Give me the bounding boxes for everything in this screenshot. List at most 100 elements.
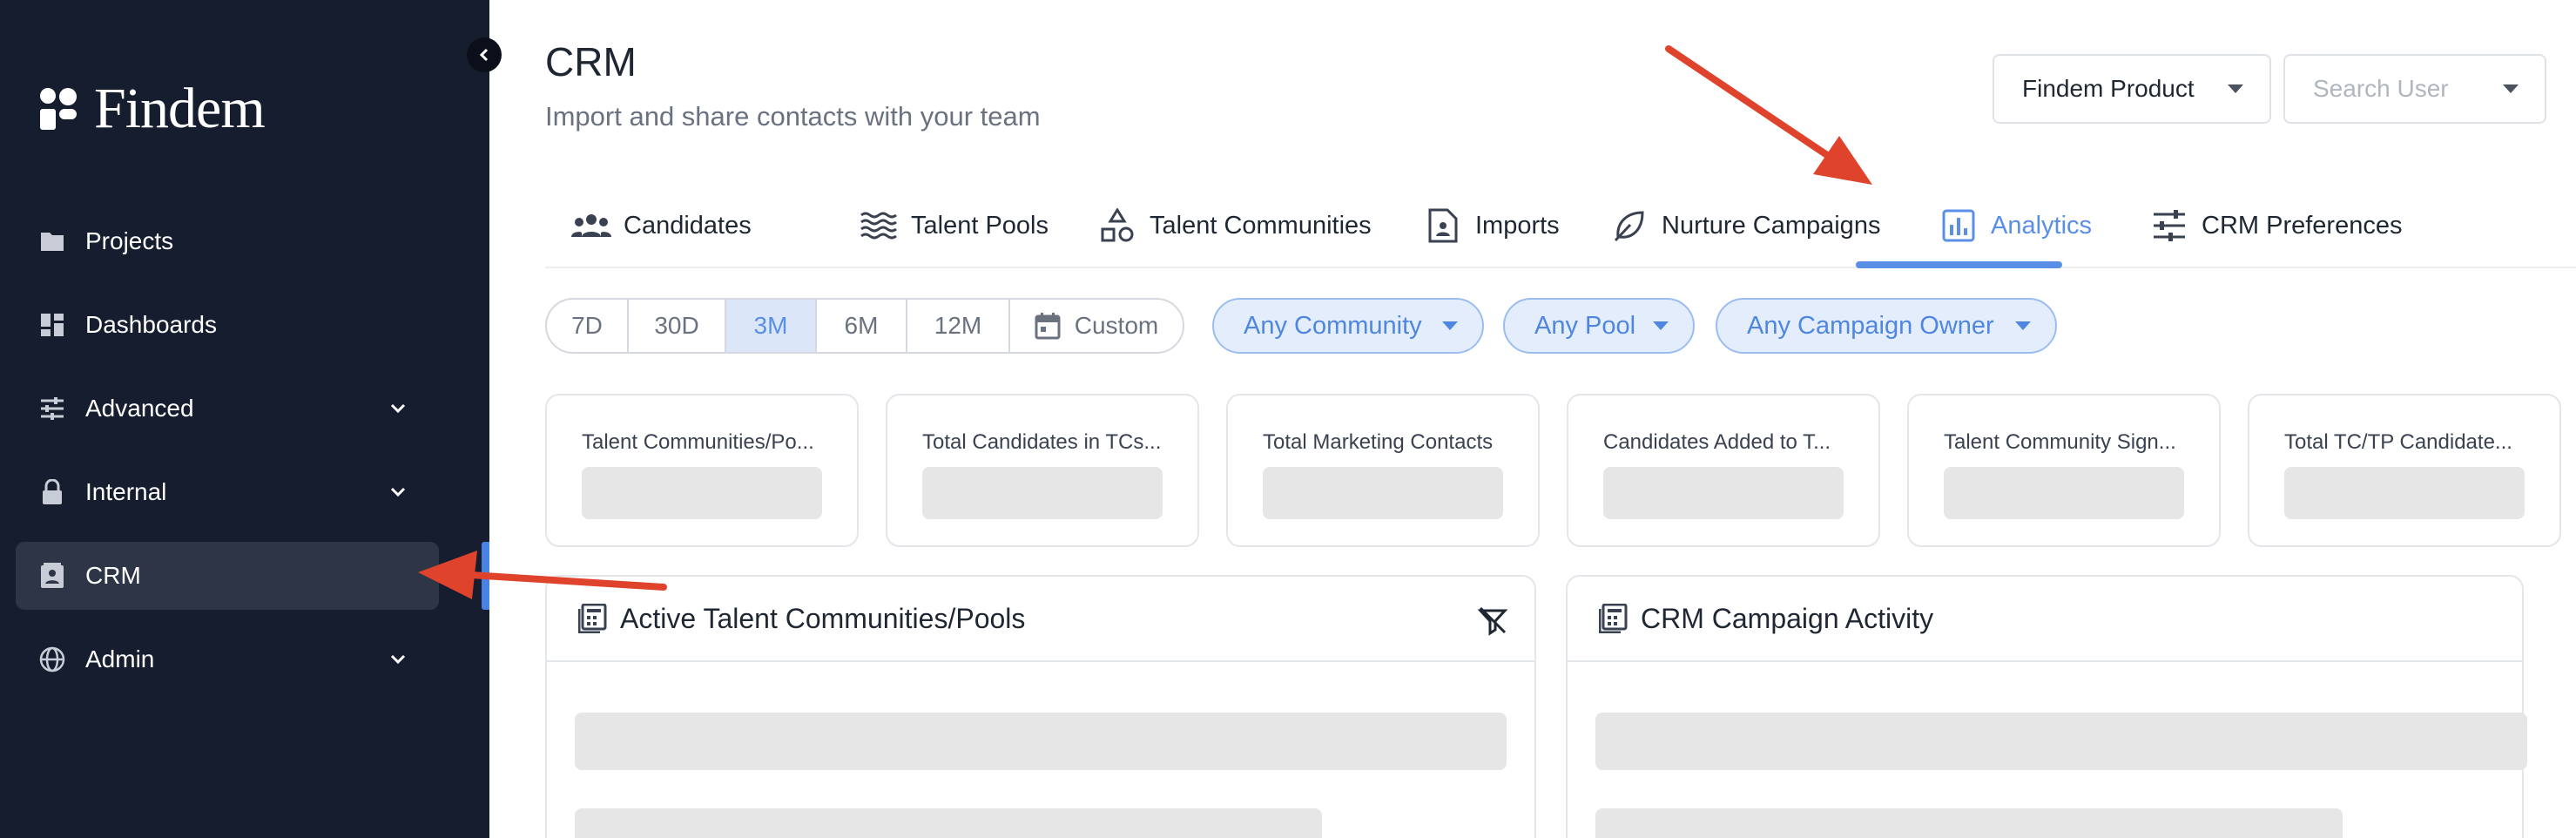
sidebar-item-label: Dashboards: [85, 311, 217, 338]
sidebar-item-label: Projects: [85, 227, 174, 254]
tune-icon: [2149, 206, 2189, 246]
stat-label: Total Candidates in TCs...: [922, 430, 1162, 454]
community-filter-chip[interactable]: Any Community: [1212, 298, 1484, 354]
sidebar-item-label: CRM: [85, 562, 141, 589]
sidebar-item-projects[interactable]: Projects: [16, 207, 439, 275]
search-user-placeholder: Search User: [2313, 75, 2449, 102]
calculator-table-icon: [1599, 604, 1628, 633]
stat-card: Total Candidates in TCs...: [886, 394, 1199, 547]
chevron-down-icon: [390, 403, 406, 414]
loading-skeleton: [575, 713, 1507, 770]
sidebar-item-label: Admin: [85, 645, 155, 672]
caret-down-icon: [2228, 84, 2243, 93]
loading-skeleton: [1603, 467, 1844, 519]
caret-down-icon: [1653, 321, 1669, 330]
calculator-table-icon: [578, 604, 607, 633]
tab-imports[interactable]: Imports: [1423, 183, 1560, 268]
crm-tabs: Candidates Talent Pools Talent Communiti…: [545, 183, 2576, 268]
campaign-owner-filter-chip[interactable]: Any Campaign Owner: [1716, 298, 2057, 354]
active-tab-underline: [1856, 261, 2062, 268]
product-select[interactable]: Findem Product: [1993, 54, 2271, 124]
tab-talent-communities[interactable]: Talent Communities: [1097, 183, 1372, 268]
lock-icon: [38, 478, 66, 506]
stat-card: Talent Communities/Po...: [545, 394, 859, 547]
sidebar-item-crm[interactable]: CRM: [16, 542, 439, 610]
contact-card-icon: [38, 562, 66, 590]
stat-card: Total TC/TP Candidate...: [2248, 394, 2561, 547]
findem-logo-icon: [40, 88, 77, 130]
sidebar-item-dashboards[interactable]: Dashboards: [16, 291, 439, 359]
sidebar-item-advanced[interactable]: Advanced: [16, 375, 439, 443]
tab-label: Nurture Campaigns: [1662, 211, 1881, 240]
bar-chart-icon: [1939, 206, 1979, 246]
sidebar-item-admin[interactable]: Admin: [16, 625, 439, 693]
chip-label: Any Campaign Owner: [1747, 311, 1994, 340]
chevron-down-icon: [390, 654, 406, 665]
loading-skeleton: [582, 467, 822, 519]
sidebar-item-label: Internal: [85, 478, 167, 505]
main-content: CRM Import and share contacts with your …: [489, 0, 2576, 838]
stat-label: Total TC/TP Candidate...: [2284, 430, 2512, 454]
stat-label: Candidates Added to T...: [1603, 430, 1831, 454]
tab-label: Talent Pools: [911, 211, 1049, 240]
range-12m-button[interactable]: 12M: [907, 300, 1010, 352]
caret-down-icon: [2503, 84, 2519, 93]
document-person-icon: [1423, 206, 1463, 246]
active-talent-communities-panel: Active Talent Communities/Pools: [545, 575, 1536, 838]
tab-label: Imports: [1475, 211, 1560, 240]
dashboard-icon: [38, 311, 66, 339]
search-user-select[interactable]: Search User: [2283, 54, 2546, 124]
chevron-down-icon: [390, 487, 406, 497]
chip-label: Any Community: [1244, 311, 1422, 340]
panel-title: Active Talent Communities/Pools: [620, 602, 1026, 634]
panel-header: CRM Campaign Activity: [1568, 577, 2522, 662]
range-custom-label: Custom: [1074, 312, 1159, 339]
page-title: CRM: [545, 39, 637, 84]
tab-crm-preferences[interactable]: CRM Preferences: [2149, 183, 2402, 268]
logo-text: Findem: [94, 77, 266, 140]
tab-candidates[interactable]: Candidates: [571, 183, 752, 268]
waves-icon: [859, 206, 899, 246]
panel-header: Active Talent Communities/Pools: [547, 577, 1534, 662]
sidebar: Findem Projects Dashboards Advanced Inte…: [0, 0, 489, 838]
caret-down-icon: [2015, 321, 2031, 330]
sidebar-collapse-button[interactable]: [467, 37, 502, 72]
chevron-left-icon: [479, 48, 489, 62]
people-icon: [571, 206, 611, 246]
chip-label: Any Pool: [1534, 311, 1636, 340]
range-3m-button[interactable]: 3M: [726, 300, 817, 352]
stat-label: Talent Community Sign...: [1944, 430, 2176, 454]
tab-label: CRM Preferences: [2202, 211, 2403, 240]
stat-card: Total Marketing Contacts: [1226, 394, 1540, 547]
tab-label: Analytics: [1991, 211, 2093, 240]
sidebar-item-label: Advanced: [85, 395, 194, 422]
shapes-icon: [1097, 206, 1137, 246]
tab-label: Talent Communities: [1150, 211, 1372, 240]
range-7d-button[interactable]: 7D: [547, 300, 629, 352]
tab-label: Candidates: [624, 211, 752, 240]
sliders-icon: [38, 395, 66, 422]
sidebar-item-internal[interactable]: Internal: [16, 458, 439, 526]
findem-logo[interactable]: Findem: [38, 77, 266, 140]
stat-card: Talent Community Sign...: [1907, 394, 2221, 547]
tab-talent-pools[interactable]: Talent Pools: [859, 183, 1049, 268]
globe-icon: [38, 645, 66, 673]
loading-skeleton: [1595, 713, 2527, 770]
panel-title: CRM Campaign Activity: [1641, 602, 1934, 634]
range-custom-button[interactable]: Custom: [1010, 300, 1183, 352]
caret-down-icon: [1442, 321, 1458, 330]
loading-skeleton: [1595, 808, 2343, 838]
page-subtitle: Import and share contacts with your team: [545, 101, 1041, 132]
filter-off-icon[interactable]: [1477, 605, 1508, 636]
loading-skeleton: [1944, 467, 2184, 519]
pool-filter-chip[interactable]: Any Pool: [1503, 298, 1695, 354]
range-30d-button[interactable]: 30D: [629, 300, 726, 352]
active-indicator: [482, 542, 489, 610]
loading-skeleton: [2284, 467, 2525, 519]
product-select-value: Findem Product: [2022, 75, 2195, 102]
tab-nurture-campaigns[interactable]: Nurture Campaigns: [1609, 183, 1880, 268]
tab-analytics[interactable]: Analytics: [1939, 183, 2092, 268]
date-range-group: 7D 30D 3M 6M 12M Custom: [545, 298, 1184, 354]
stat-label: Talent Communities/Po...: [582, 430, 814, 454]
range-6m-button[interactable]: 6M: [817, 300, 907, 352]
